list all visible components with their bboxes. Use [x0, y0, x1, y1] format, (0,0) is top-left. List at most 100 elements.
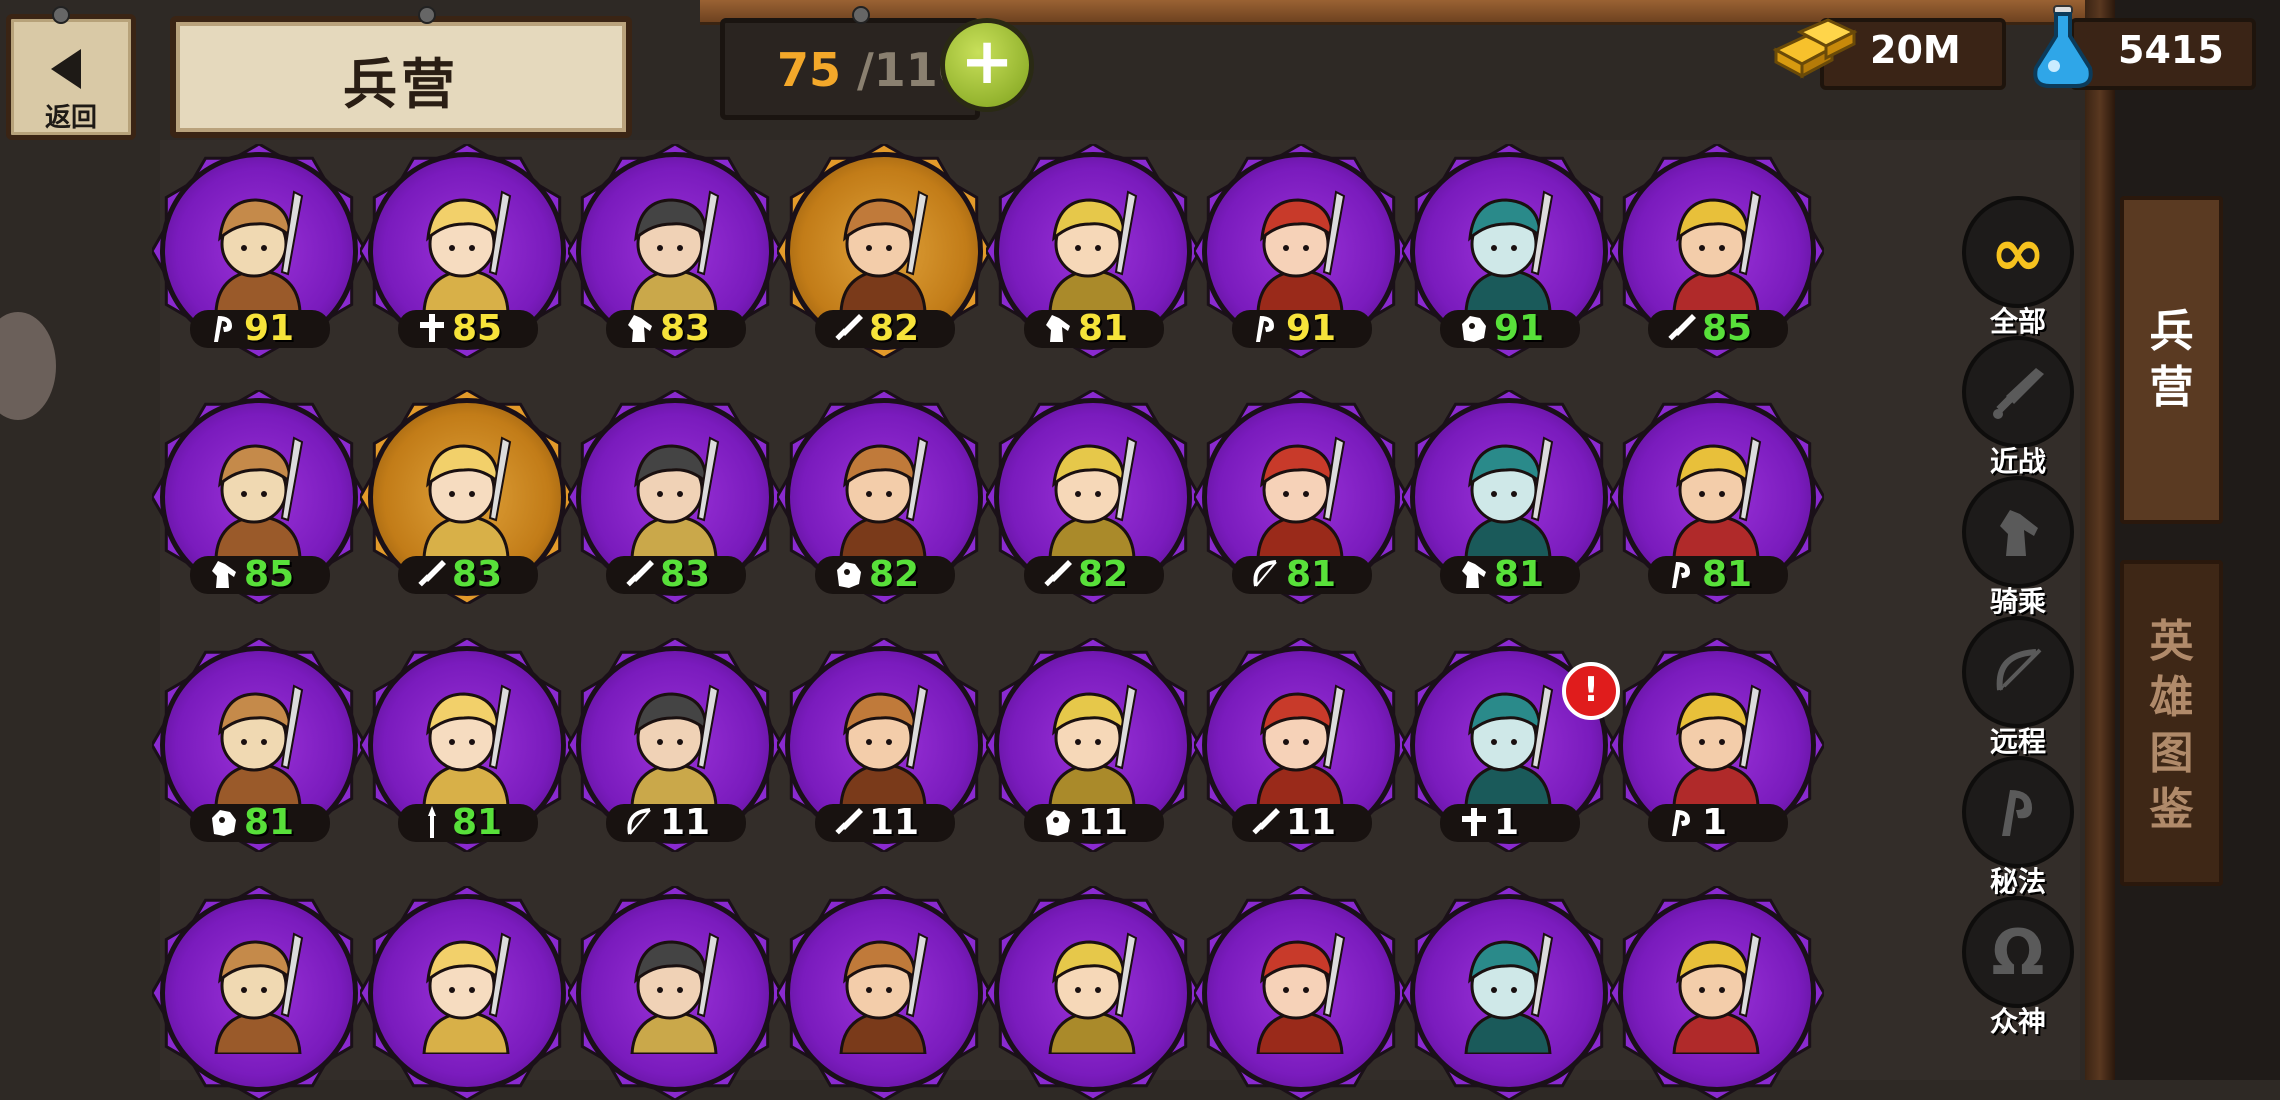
hero-card[interactable]: 91 — [1402, 144, 1616, 358]
hero-card[interactable] — [777, 886, 991, 1100]
god-icon — [420, 314, 444, 342]
hero-card[interactable]: 91 — [152, 144, 366, 358]
title-plate: 兵营 — [170, 16, 632, 138]
hero-card[interactable]: 82 — [777, 144, 991, 358]
hero-card[interactable] — [568, 886, 782, 1100]
filter-mount-label: 骑乘 — [1989, 585, 2046, 618]
hero-portrait — [214, 190, 304, 312]
filter-ranged[interactable]: 远程 — [1962, 616, 2074, 760]
hero-portrait — [1672, 436, 1762, 558]
hero-card[interactable]: 11 — [777, 638, 991, 852]
hero-card[interactable]: 81 — [152, 638, 366, 852]
hero-level: 81 — [1494, 554, 1545, 595]
hero-card[interactable]: 81 — [360, 638, 574, 852]
hero-level: 83 — [452, 554, 503, 595]
potion-flask-icon — [2033, 5, 2093, 88]
ranged-icon — [1253, 560, 1277, 587]
hero-portrait — [1048, 190, 1138, 312]
hero-card[interactable]: 81 — [1402, 390, 1616, 604]
hero-level: 82 — [869, 308, 920, 349]
hero-card[interactable]: 91 — [1194, 144, 1408, 358]
hero-portrait — [630, 684, 720, 806]
hero-portrait — [1048, 436, 1138, 558]
add-population-button[interactable]: + — [940, 18, 1034, 112]
hero-level: 81 — [1702, 554, 1753, 595]
hero-card[interactable]: 1 — [1610, 638, 1824, 852]
hero-card[interactable]: 11 — [568, 638, 782, 852]
hero-portrait — [214, 436, 304, 558]
hero-card[interactable] — [1194, 886, 1408, 1100]
hero-portrait — [1256, 436, 1346, 558]
beast-icon — [1046, 810, 1070, 836]
alert-badge[interactable]: ! — [1562, 662, 1620, 720]
side-panel — [2115, 0, 2280, 1080]
mount-icon — [1046, 315, 1070, 342]
hero-card[interactable]: 82 — [986, 390, 1200, 604]
mascot-peek[interactable] — [0, 312, 56, 420]
hero-level: 91 — [1494, 308, 1545, 349]
filter-mount[interactable]: 骑乘 — [1962, 476, 2074, 620]
melee-icon — [1252, 808, 1280, 835]
hero-portrait — [1256, 190, 1346, 312]
hero-card[interactable]: 85 — [360, 144, 574, 358]
hero-portrait — [839, 190, 929, 312]
hero-card[interactable]: 85 — [1610, 144, 1824, 358]
filter-gods[interactable]: Ω 众神 — [1962, 896, 2074, 1040]
filter-arcane-label: 秘法 — [1989, 865, 2046, 898]
hero-card[interactable]: 85 — [152, 390, 366, 604]
filter-melee[interactable]: 近战 — [1962, 336, 2074, 480]
back-button[interactable]: 返回 — [6, 14, 136, 140]
magic-icon — [1672, 562, 1690, 588]
melee-icon — [835, 808, 863, 835]
filter-melee-label: 近战 — [1989, 445, 2046, 478]
filter-all[interactable]: ∞ 全部 — [1962, 196, 2074, 340]
hero-card[interactable]: 11 — [1194, 638, 1408, 852]
hero-card[interactable] — [1610, 886, 1824, 1100]
sword-icon — [1962, 336, 2074, 448]
hero-portrait — [422, 436, 512, 558]
hero-card[interactable] — [152, 886, 366, 1100]
hero-card[interactable]: 82 — [777, 390, 991, 604]
hero-portrait — [1256, 932, 1346, 1054]
nail-icon — [852, 6, 870, 24]
back-label: 返回 — [44, 103, 97, 133]
hero-card[interactable]: 11 — [986, 638, 1200, 852]
hero-portrait — [1464, 684, 1554, 806]
potion-amount: 5415 — [2118, 28, 2224, 72]
hero-card[interactable]: 81 — [986, 144, 1200, 358]
magic-icon — [1256, 316, 1274, 342]
hero-portrait — [1672, 684, 1762, 806]
tab-barracks[interactable]: 兵 营 — [2120, 196, 2223, 524]
tab-hero-codex[interactable]: 英 雄 图 鉴 — [2120, 560, 2223, 886]
hero-level: 85 — [1702, 308, 1753, 349]
hero-card[interactable] — [986, 886, 1200, 1100]
hero-level: 91 — [244, 308, 295, 349]
mount-icon — [1462, 561, 1486, 588]
hero-level: 85 — [452, 308, 503, 349]
wood-right-frame — [2085, 0, 2115, 1080]
hero-portrait — [1256, 684, 1346, 806]
hero-level: 83 — [660, 554, 711, 595]
hero-portrait — [839, 684, 929, 806]
horse-head-icon — [1962, 476, 2074, 588]
hero-level: 81 — [1078, 308, 1129, 349]
hero-portrait — [839, 436, 929, 558]
melee-icon — [626, 560, 654, 587]
magic-icon — [214, 316, 232, 342]
hero-card[interactable]: 81 — [1610, 390, 1824, 604]
hero-level: 81 — [452, 802, 503, 843]
hero-card[interactable] — [360, 886, 574, 1100]
hero-card[interactable] — [1402, 886, 1616, 1100]
hero-portrait — [630, 436, 720, 558]
spear-icon — [428, 806, 436, 838]
hero-card[interactable]: 81 — [1194, 390, 1408, 604]
filter-arcane[interactable]: 秘法 — [1962, 756, 2074, 900]
hero-card[interactable]: 83 — [360, 390, 574, 604]
hero-portrait — [630, 932, 720, 1054]
hero-card[interactable]: 83 — [568, 144, 782, 358]
hero-card[interactable]: 83 — [568, 390, 782, 604]
mount-icon — [212, 561, 236, 588]
melee-icon — [1044, 560, 1072, 587]
hero-portrait — [839, 932, 929, 1054]
page-title: 兵营 — [343, 53, 459, 116]
